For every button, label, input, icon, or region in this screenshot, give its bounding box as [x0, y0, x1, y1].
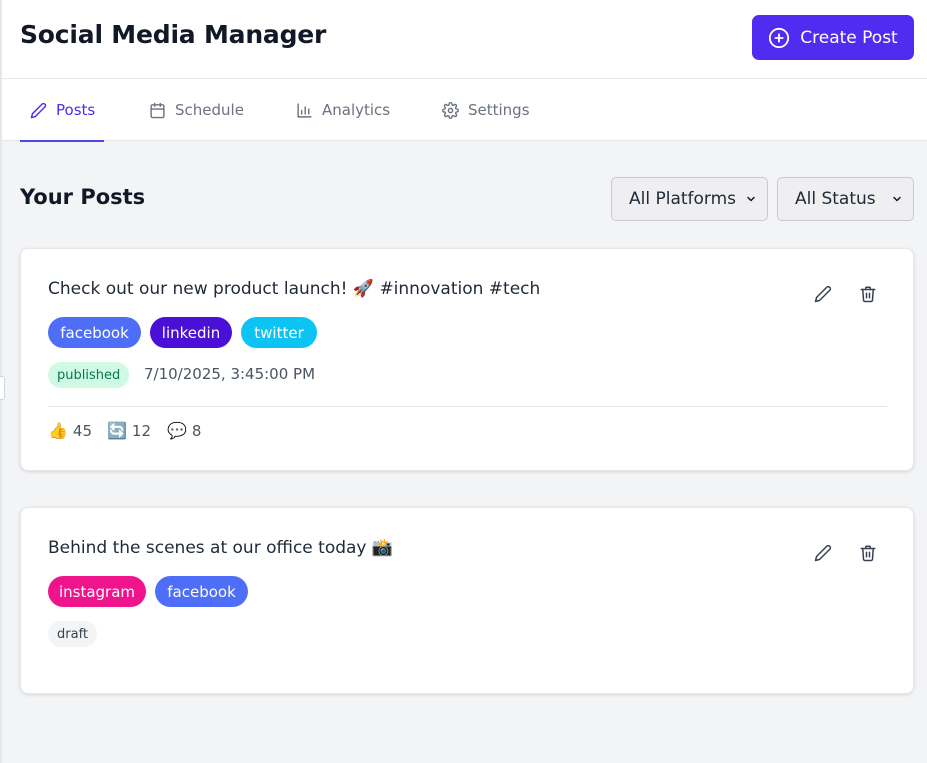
platform-filter-value: All Platforms: [629, 189, 737, 209]
app-title: Social Media Manager: [20, 20, 327, 49]
chevron-down-icon: [747, 196, 755, 202]
bar-chart-icon: [297, 102, 312, 118]
create-post-label: Create Post: [800, 27, 898, 48]
likes-stat: 👍 45: [48, 421, 92, 440]
status-badge: draft: [48, 621, 98, 647]
tab-analytics-label: Analytics: [322, 101, 391, 119]
plus-circle-icon: [769, 27, 790, 48]
calendar-icon: [150, 102, 165, 118]
status-filter-select[interactable]: All Status: [777, 177, 914, 221]
comments-stat: 💬 8: [167, 421, 201, 440]
tab-analytics[interactable]: Analytics: [296, 79, 390, 141]
shares-count: 12: [131, 421, 152, 440]
platform-filter-select[interactable]: All Platforms: [611, 177, 768, 221]
tab-schedule[interactable]: Schedule: [149, 79, 244, 141]
thumbs-up-icon: 👍: [48, 421, 68, 440]
trash-icon: [860, 286, 876, 303]
pencil-icon: [814, 285, 832, 303]
app-header: Social Media Manager Create Post: [2, 0, 927, 79]
delete-post-button[interactable]: [857, 542, 879, 564]
tab-bar: Posts Schedule Analytics Settings: [2, 79, 927, 142]
likes-count: 45: [72, 421, 93, 440]
status-badge: published: [48, 362, 130, 388]
comment-icon: 💬: [167, 421, 187, 440]
repost-icon: 🔄: [107, 421, 127, 440]
delete-post-button[interactable]: [857, 283, 879, 305]
section-title: Your Posts: [20, 185, 146, 209]
pencil-icon: [30, 102, 47, 118]
platform-tag-twitter: twitter: [241, 317, 317, 348]
sidebar-toggle-handle[interactable]: [0, 376, 5, 400]
chevron-down-icon: [893, 196, 901, 202]
edit-post-button[interactable]: [812, 542, 834, 564]
post-timestamp: 7/10/2025, 3:45:00 PM: [144, 365, 316, 383]
tab-settings[interactable]: Settings: [442, 79, 530, 141]
trash-icon: [860, 545, 876, 562]
post-card: Check out our new product launch! 🚀 #inn…: [20, 248, 914, 471]
tab-schedule-label: Schedule: [175, 101, 244, 119]
status-filter-value: All Status: [795, 189, 876, 209]
post-content: Check out our new product launch! 🚀 #inn…: [48, 279, 541, 299]
platform-tag-linkedin: linkedin: [150, 317, 232, 348]
post-card: Behind the scenes at our office today 📸 …: [20, 507, 914, 694]
platform-tag-facebook: facebook: [48, 317, 141, 348]
card-divider: [48, 406, 887, 407]
tab-posts[interactable]: Posts: [20, 79, 105, 142]
edit-post-button[interactable]: [812, 283, 834, 305]
platform-tag-instagram: instagram: [48, 576, 146, 607]
comments-count: 8: [191, 421, 202, 440]
tab-settings-label: Settings: [468, 101, 530, 119]
post-content: Behind the scenes at our office today 📸: [48, 538, 394, 558]
tab-posts-label: Posts: [56, 101, 96, 119]
platform-tag-facebook: facebook: [155, 576, 248, 607]
pencil-icon: [814, 544, 832, 562]
create-post-button[interactable]: Create Post: [752, 15, 914, 60]
shares-stat: 🔄 12: [107, 421, 151, 440]
gear-icon: [442, 101, 459, 119]
